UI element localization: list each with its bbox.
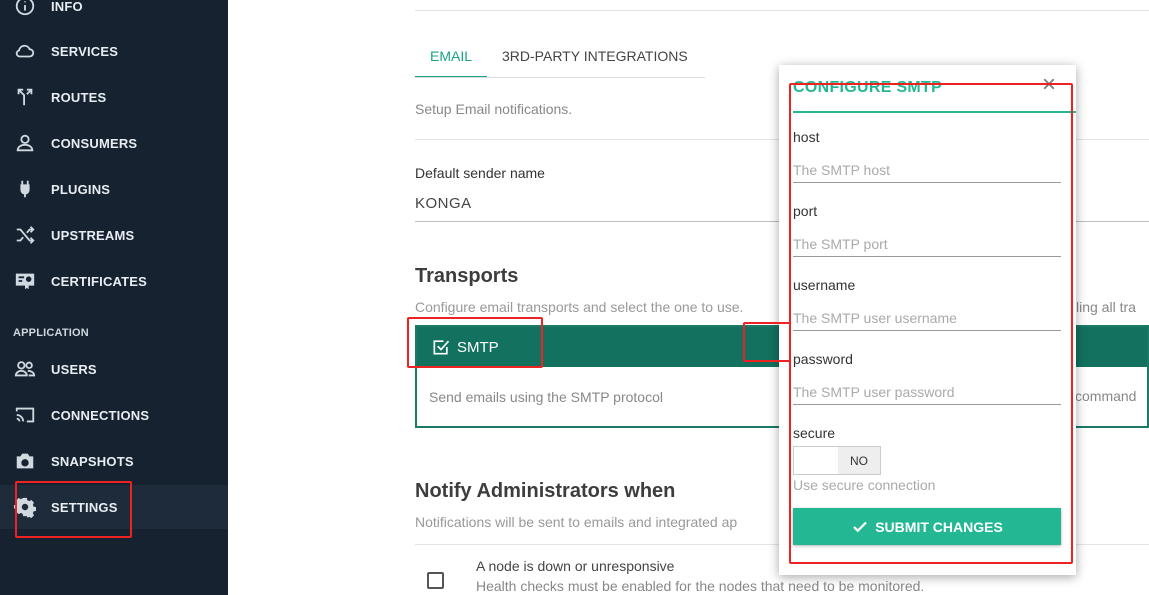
transport-description-overflow: command	[1075, 388, 1137, 404]
sender-name-input[interactable]: KONGA	[415, 195, 472, 212]
smtp-description: Send emails using the SMTP protocol	[429, 389, 663, 405]
sidebar-item-label: CONNECTIONS	[51, 407, 150, 423]
sidebar-item-consumers[interactable]: CONSUMERS	[0, 121, 228, 165]
divider	[415, 77, 705, 78]
sidebar-item-plugins[interactable]: PLUGINS	[0, 167, 228, 211]
certificate-icon	[13, 269, 37, 293]
person-icon	[13, 131, 37, 155]
sidebar-item-label: INFO	[51, 0, 83, 14]
plug-icon	[13, 177, 37, 201]
node-down-checkbox[interactable]	[427, 572, 444, 589]
sidebar-item-info[interactable]: INFO	[0, 0, 228, 28]
cloud-icon	[13, 39, 37, 63]
sidebar-item-upstreams[interactable]: UPSTREAMS	[0, 213, 228, 257]
transports-subtitle: Configure email transports and select th…	[415, 299, 744, 315]
annotation-box-smtp	[407, 317, 543, 368]
transports-subtitle-overflow: ling all tra	[1076, 299, 1136, 315]
email-description: Setup Email notifications.	[415, 101, 573, 117]
sidebar-item-label: SERVICES	[51, 43, 119, 59]
annotation-box-gear	[743, 322, 791, 362]
node-down-title: A node is down or unresponsive	[476, 558, 675, 574]
sidebar-item-connections[interactable]: CONNECTIONS	[0, 393, 228, 437]
tab-3rd-party-integrations[interactable]: 3RD-PARTY INTEGRATIONS	[487, 44, 703, 78]
node-down-description: Health checks must be enabled for the no…	[476, 578, 925, 594]
sidebar-item-snapshots[interactable]: SNAPSHOTS	[0, 439, 228, 483]
sidebar-item-label: UPSTREAMS	[51, 227, 135, 243]
notify-title: Notify Administrators when	[415, 480, 676, 502]
info-icon	[13, 0, 37, 18]
sidebar-item-certificates[interactable]: CERTIFICATES	[0, 259, 228, 303]
sidebar-item-routes[interactable]: ROUTES	[0, 75, 228, 119]
annotation-box-settings	[15, 481, 132, 538]
sidebar-item-label: CONSUMERS	[51, 135, 138, 151]
annotation-box-dialog	[789, 83, 1073, 564]
divider	[415, 10, 1149, 11]
sidebar-item-label: ROUTES	[51, 89, 107, 105]
sidebar-item-services[interactable]: SERVICES	[0, 29, 228, 73]
cast-icon	[13, 403, 37, 427]
sidebar-item-label: PLUGINS	[51, 181, 111, 197]
settings-tabs: EMAIL 3RD-PARTY INTEGRATIONS	[415, 44, 703, 78]
routes-icon	[13, 85, 37, 109]
notify-subtitle: Notifications will be sent to emails and…	[415, 514, 738, 530]
sidebar-item-label: SNAPSHOTS	[51, 453, 134, 469]
tab-email[interactable]: EMAIL	[415, 44, 488, 78]
sender-name-label: Default sender name	[415, 165, 545, 181]
sidebar-section-label: APPLICATION	[13, 327, 89, 339]
sidebar-item-users[interactable]: USERS	[0, 347, 228, 391]
sidebar-item-label: CERTIFICATES	[51, 273, 148, 289]
shuffle-icon	[13, 223, 37, 247]
sidebar-item-label: USERS	[51, 361, 97, 377]
users-icon	[13, 357, 37, 381]
camera-icon	[13, 449, 37, 473]
transports-title: Transports	[415, 265, 519, 287]
